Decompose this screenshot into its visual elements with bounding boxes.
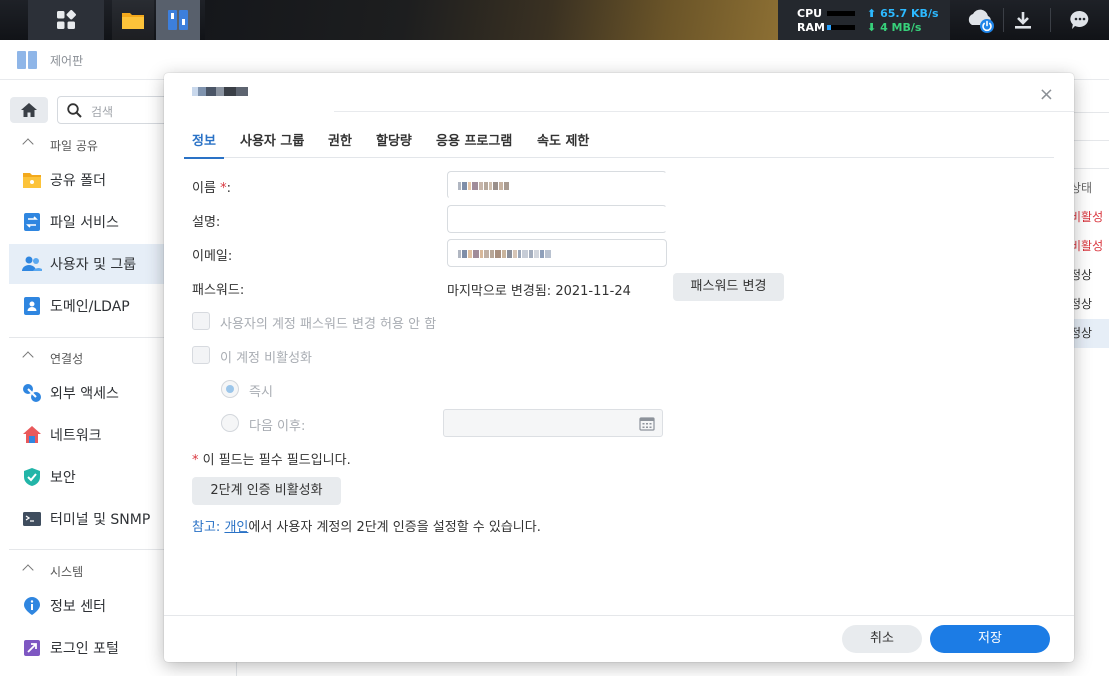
- dialog-tabs: 정보 사용자 그룹 권한 할당량 응용 프로그램 속도 제한: [184, 130, 1054, 159]
- table-cell-status: 정상: [1070, 297, 1093, 311]
- email-label: 이메일:: [192, 249, 233, 264]
- chat-icon: [1070, 10, 1089, 29]
- disallow-password-change-label: 사용자의 계정 패스워드 변경 허용 안 함: [220, 317, 437, 332]
- disable-2fa-button[interactable]: 2단계 인증 비활성화: [192, 477, 341, 505]
- app-title: 제어판: [50, 54, 84, 68]
- search-placeholder: 검색: [91, 105, 114, 119]
- shared-folder-icon: [23, 173, 41, 188]
- resource-monitor-widget[interactable]: CPU RAM ⬆ 65.7 KB/s ⬇ 4 MB/s: [778, 0, 950, 40]
- background-table-edge: [1074, 80, 1109, 676]
- disable-after-label: 다음 이후:: [249, 419, 306, 434]
- password-label: 패스워드:: [192, 283, 245, 298]
- home-button[interactable]: [10, 97, 48, 123]
- disable-immediately-label: 즉시: [249, 385, 273, 400]
- control-panel-button[interactable]: [156, 0, 200, 40]
- cpu-usage-bar: [827, 11, 855, 16]
- description-label: 설명:: [192, 215, 221, 230]
- search-icon: [67, 103, 82, 118]
- disable-date-input[interactable]: [443, 409, 663, 437]
- dialog-title-redacted: [192, 87, 248, 96]
- main-menu-button[interactable]: [28, 0, 104, 40]
- control-panel-icon: [168, 10, 188, 30]
- cancel-button[interactable]: 취소: [842, 625, 922, 653]
- notifications-button[interactable]: [1060, 0, 1100, 40]
- shield-icon: [24, 468, 40, 486]
- personal-settings-link[interactable]: 개인: [224, 520, 248, 535]
- folder-icon: [122, 13, 144, 29]
- save-button[interactable]: 저장: [930, 625, 1050, 653]
- control-panel-app-icon: [17, 51, 37, 69]
- password-changed-date: 2021-11-24: [555, 284, 631, 299]
- domain-ldap-icon: [24, 297, 40, 315]
- main-menu-icon: [57, 10, 76, 29]
- name-input[interactable]: [447, 171, 667, 199]
- download-icon: [1015, 12, 1031, 29]
- ram-usage-bar: [827, 25, 855, 30]
- tab-speed-limit[interactable]: 속도 제한: [537, 130, 589, 149]
- tab-quota[interactable]: 할당량: [376, 130, 412, 149]
- email-input[interactable]: [447, 239, 667, 267]
- login-portal-icon: [24, 640, 40, 656]
- file-station-button[interactable]: [112, 0, 154, 40]
- table-cell-status: 비활성: [1070, 210, 1104, 224]
- tab-info[interactable]: 정보: [184, 130, 224, 159]
- cloud-power-icon: [968, 9, 994, 33]
- upload-rate: ⬆ 65.7 KB/s: [867, 7, 939, 20]
- close-button[interactable]: ×: [1039, 86, 1054, 104]
- required-field-note: * 이 필드는 필수 필드입니다.: [192, 453, 351, 468]
- home-icon: [21, 103, 37, 117]
- ram-label: RAM: [797, 21, 825, 34]
- email-value-redacted: [458, 250, 552, 258]
- disable-immediately-radio[interactable]: [221, 380, 239, 398]
- external-access-icon: [23, 384, 41, 402]
- disallow-password-change-checkbox[interactable]: [192, 312, 210, 330]
- calendar-icon[interactable]: [639, 416, 655, 431]
- info-icon: [24, 597, 40, 615]
- tab-user-groups[interactable]: 사용자 그룹: [240, 130, 304, 149]
- change-password-button[interactable]: 패스워드 변경: [673, 273, 784, 301]
- user-edit-dialog: × 정보 사용자 그룹 권한 할당량 응용 프로그램 속도 제한 이름 *: 설…: [164, 73, 1074, 662]
- network-home-icon: [23, 426, 41, 443]
- download-rate: ⬇ 4 MB/s: [867, 21, 922, 34]
- description-input[interactable]: [447, 205, 667, 233]
- table-cell-status: 정상: [1070, 268, 1093, 282]
- users-icon: [22, 256, 42, 271]
- name-label: 이름 *:: [192, 181, 231, 196]
- tab-permissions[interactable]: 권한: [328, 130, 352, 149]
- file-services-icon: [24, 213, 40, 231]
- disable-account-checkbox[interactable]: [192, 346, 210, 364]
- download-button[interactable]: [1003, 0, 1043, 40]
- disable-after-radio[interactable]: [221, 414, 239, 432]
- password-last-changed: 마지막으로 변경됨: 2021-11-24: [447, 284, 631, 299]
- arrow-up-icon: ⬆: [867, 7, 877, 20]
- cloud-sync-button[interactable]: [960, 0, 1000, 40]
- table-header-status: 상태: [1070, 181, 1093, 195]
- cpu-label: CPU: [797, 7, 823, 20]
- tab-applications[interactable]: 응용 프로그램: [436, 130, 512, 149]
- arrow-down-icon: ⬇: [867, 21, 877, 34]
- twofa-reference-note: 참고: 개인에서 사용자 계정의 2단계 인증을 설정할 수 있습니다.: [192, 520, 541, 535]
- disable-account-label: 이 계정 비활성화: [220, 351, 312, 366]
- search-input[interactable]: 검색: [57, 96, 177, 124]
- terminal-icon: [23, 512, 41, 526]
- name-value-redacted: [458, 182, 510, 190]
- table-cell-status: 정상: [1070, 319, 1109, 348]
- table-cell-status: 비활성: [1070, 239, 1104, 253]
- desktop-wallpaper: [205, 0, 778, 40]
- taskbar: CPU RAM ⬆ 65.7 KB/s ⬇ 4 MB/s: [0, 0, 1109, 40]
